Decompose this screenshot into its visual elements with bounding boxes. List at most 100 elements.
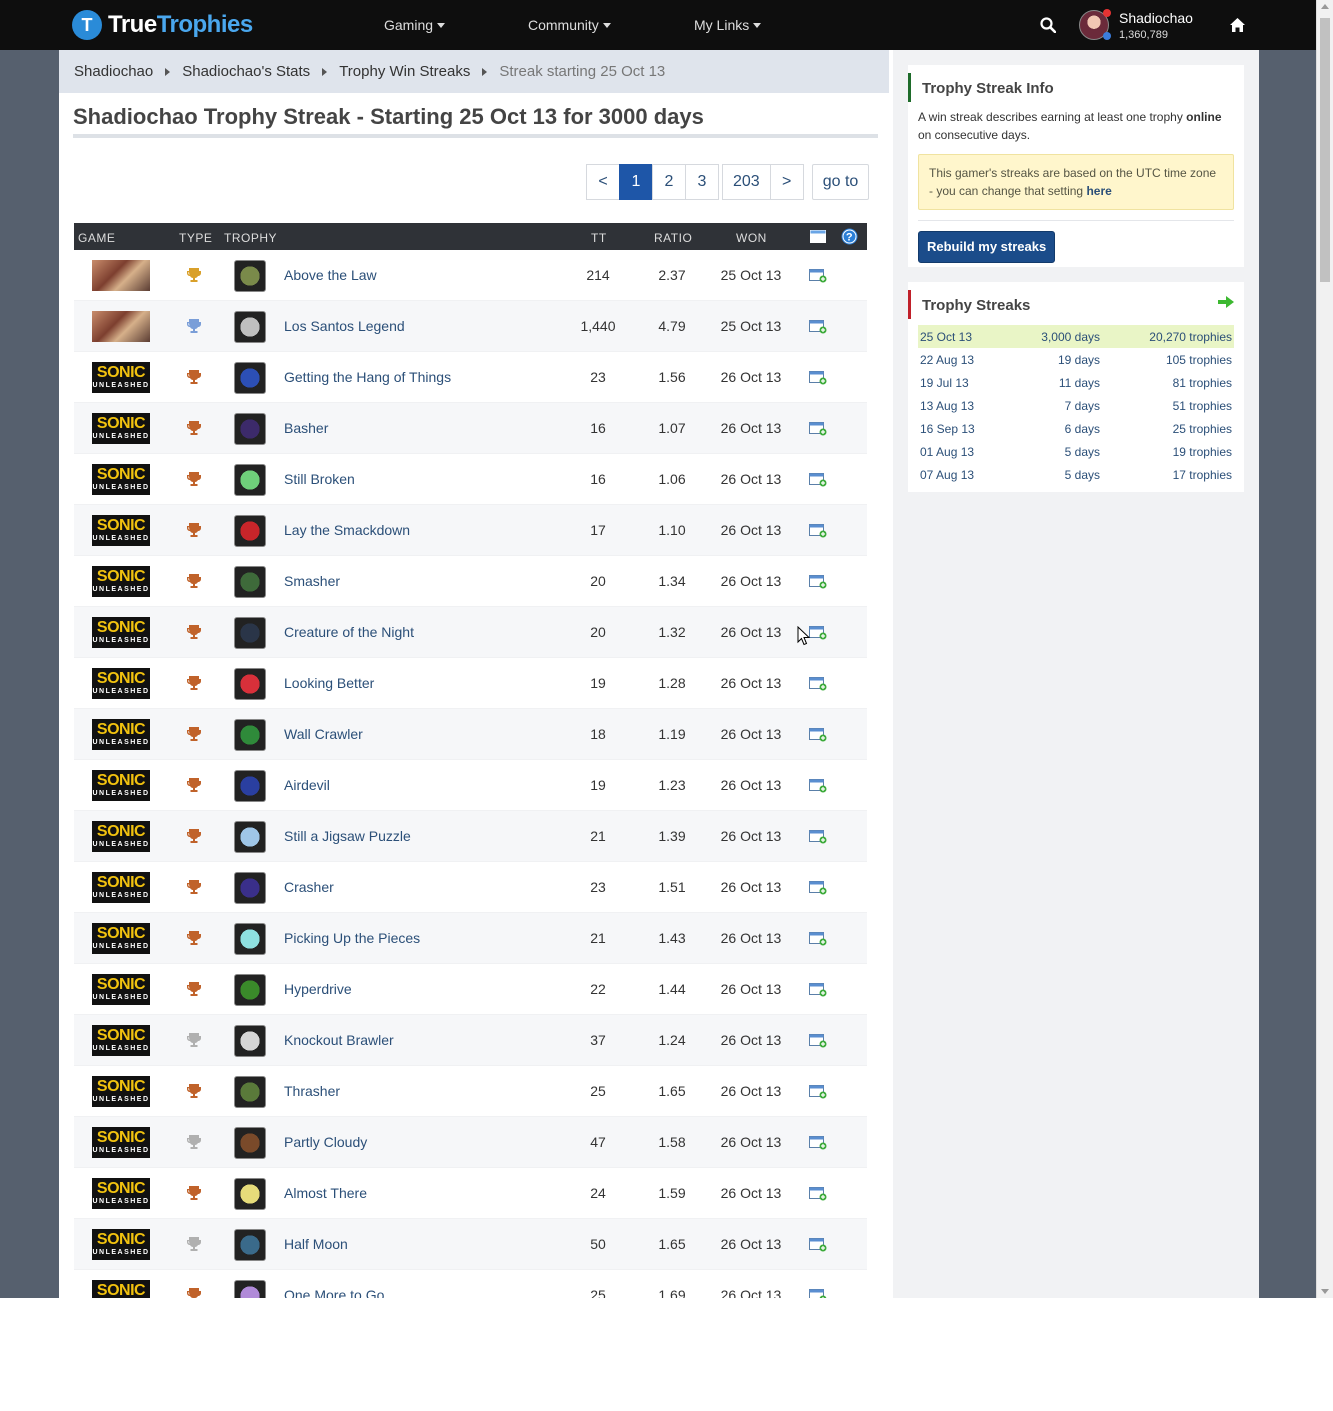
game-image-sonic[interactable]: SONICUNLEASHED [92, 719, 150, 750]
game-image-sonic[interactable]: SONICUNLEASHED [92, 1178, 150, 1209]
pager-page-2[interactable]: 2 [652, 164, 686, 200]
streak-row[interactable]: 22 Aug 13 19 days 105 trophies [918, 348, 1234, 371]
trophy-name-link[interactable]: Thrasher [284, 1083, 340, 1099]
trophy-icon[interactable] [234, 311, 266, 343]
game-image-sonic[interactable]: SONICUNLEASHED [92, 1127, 150, 1158]
trophy-name-link[interactable]: Half Moon [284, 1236, 348, 1252]
trophy-name-link[interactable]: Smasher [284, 573, 340, 589]
pager-prev-button[interactable]: < [586, 164, 620, 200]
trophy-name-link[interactable]: Still Broken [284, 471, 355, 487]
game-image-gta[interactable] [92, 260, 150, 291]
arrow-right-icon[interactable] [1218, 296, 1234, 308]
add-to-calendar-icon[interactable] [809, 1289, 827, 1298]
game-image-gta[interactable] [92, 311, 150, 342]
home-icon[interactable] [1230, 18, 1245, 32]
pager-next-button[interactable]: > [769, 164, 804, 200]
trophy-icon[interactable] [234, 821, 266, 853]
game-image-sonic[interactable]: SONICUNLEASHED [92, 668, 150, 699]
streak-row[interactable]: 16 Sep 13 6 days 25 trophies [918, 417, 1234, 440]
trophy-name-link[interactable]: Lay the Smackdown [284, 522, 410, 538]
trophy-icon[interactable] [234, 1178, 266, 1210]
trophy-icon[interactable] [234, 464, 266, 496]
streak-row[interactable]: 07 Aug 13 5 days 17 trophies [918, 463, 1234, 486]
game-image-sonic[interactable]: SONICUNLEASHED [92, 1280, 150, 1298]
trophy-icon[interactable] [234, 260, 266, 292]
game-image-sonic[interactable]: SONICUNLEASHED [92, 413, 150, 444]
add-to-calendar-icon[interactable] [809, 269, 827, 283]
trophy-icon[interactable] [234, 515, 266, 547]
trophy-icon[interactable] [234, 923, 266, 955]
add-to-calendar-icon[interactable] [809, 1034, 827, 1048]
search-icon[interactable] [1040, 17, 1056, 33]
add-to-calendar-icon[interactable] [809, 524, 827, 538]
calendar-header-icon[interactable] [810, 230, 826, 243]
trophy-icon[interactable] [234, 1280, 266, 1298]
trophy-icon[interactable] [234, 362, 266, 394]
timezone-setting-link[interactable]: here [1086, 184, 1111, 198]
rebuild-streaks-button[interactable]: Rebuild my streaks [918, 231, 1056, 263]
streak-row[interactable]: 25 Oct 13 3,000 days 20,270 trophies [918, 325, 1234, 348]
nav-menu-community[interactable]: Community [528, 0, 611, 50]
trophy-icon[interactable] [234, 1025, 266, 1057]
game-image-sonic[interactable]: SONICUNLEASHED [92, 362, 150, 393]
game-image-sonic[interactable]: SONICUNLEASHED [92, 872, 150, 903]
game-image-sonic[interactable]: SONICUNLEASHED [92, 464, 150, 495]
scroll-up-icon[interactable] [1321, 4, 1329, 9]
game-image-sonic[interactable]: SONICUNLEASHED [92, 821, 150, 852]
pager-goto-button[interactable]: go to [811, 164, 870, 200]
game-image-sonic[interactable]: SONICUNLEASHED [92, 923, 150, 954]
trophy-name-link[interactable]: Hyperdrive [284, 981, 352, 997]
breadcrumb-link-stats[interactable]: Shadiochao's Stats [182, 63, 310, 80]
trophy-icon[interactable] [234, 413, 266, 445]
trophy-icon[interactable] [234, 719, 266, 751]
trophy-icon[interactable] [234, 1127, 266, 1159]
nav-menu-my-links[interactable]: My Links [694, 0, 762, 50]
game-image-sonic[interactable]: SONICUNLEASHED [92, 515, 150, 546]
add-to-calendar-icon[interactable] [809, 1187, 827, 1201]
trophy-icon[interactable] [234, 617, 266, 649]
trophy-name-link[interactable]: Above the Law [284, 267, 377, 283]
game-image-sonic[interactable]: SONICUNLEASHED [92, 617, 150, 648]
streak-row[interactable]: 13 Aug 13 7 days 51 trophies [918, 394, 1234, 417]
trophy-icon[interactable] [234, 668, 266, 700]
add-to-calendar-icon[interactable] [809, 677, 827, 691]
trophy-name-link[interactable]: Basher [284, 420, 328, 436]
add-to-calendar-icon[interactable] [809, 1238, 827, 1252]
add-to-calendar-icon[interactable] [809, 881, 827, 895]
game-image-sonic[interactable]: SONICUNLEASHED [92, 974, 150, 1005]
add-to-calendar-icon[interactable] [809, 575, 827, 589]
trophy-name-link[interactable]: Crasher [284, 879, 334, 895]
trophy-name-link[interactable]: Creature of the Night [284, 624, 414, 640]
trophy-name-link[interactable]: One More to Go [284, 1287, 384, 1298]
help-icon[interactable]: ? [841, 228, 858, 245]
streak-row[interactable]: 19 Jul 13 11 days 81 trophies [918, 371, 1234, 394]
trophy-icon[interactable] [234, 566, 266, 598]
add-to-calendar-icon[interactable] [809, 626, 827, 640]
add-to-calendar-icon[interactable] [809, 371, 827, 385]
game-image-sonic[interactable]: SONICUNLEASHED [92, 1025, 150, 1056]
trophy-name-link[interactable]: Still a Jigsaw Puzzle [284, 828, 411, 844]
trophy-name-link[interactable]: Los Santos Legend [284, 318, 405, 334]
trophy-name-link[interactable]: Airdevil [284, 777, 330, 793]
add-to-calendar-icon[interactable] [809, 1136, 827, 1150]
avatar[interactable] [1079, 9, 1111, 40]
trophy-icon[interactable] [234, 1076, 266, 1108]
scroll-down-icon[interactable] [1321, 1289, 1329, 1294]
trophy-icon[interactable] [234, 770, 266, 802]
add-to-calendar-icon[interactable] [809, 779, 827, 793]
trophy-name-link[interactable]: Partly Cloudy [284, 1134, 367, 1150]
trophy-name-link[interactable]: Knockout Brawler [284, 1032, 394, 1048]
pager-page-1[interactable]: 1 [619, 164, 653, 200]
scroll-thumb[interactable] [1320, 18, 1330, 282]
trophy-name-link[interactable]: Picking Up the Pieces [284, 930, 420, 946]
game-image-sonic[interactable]: SONICUNLEASHED [92, 770, 150, 801]
pager-page-3[interactable]: 3 [685, 164, 719, 200]
pager-page-last[interactable]: 203 [722, 164, 771, 200]
page-scrollbar[interactable] [1316, 0, 1333, 1298]
trophy-name-link[interactable]: Wall Crawler [284, 726, 363, 742]
breadcrumb-link-profile[interactable]: Shadiochao [74, 63, 153, 80]
add-to-calendar-icon[interactable] [809, 1085, 827, 1099]
nav-menu-gaming[interactable]: Gaming [384, 0, 446, 50]
game-image-sonic[interactable]: SONICUNLEASHED [92, 1076, 150, 1107]
trophy-icon[interactable] [234, 1229, 266, 1261]
